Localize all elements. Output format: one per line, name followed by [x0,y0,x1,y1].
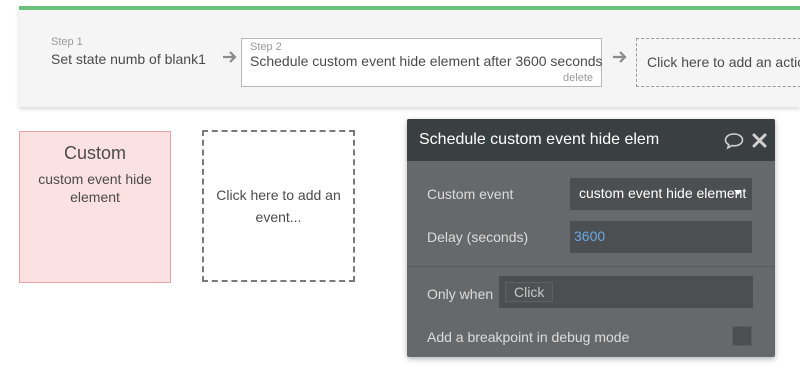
add-event-button[interactable]: Click here to add an event... [202,130,355,282]
close-icon[interactable] [752,133,767,148]
modal-title: Schedule custom event hide elem [419,131,660,148]
only-when-label: Only when [427,286,494,302]
custom-event-value: custom event hide element [579,185,747,201]
step-number: Step 2 [250,41,282,53]
add-action-button[interactable]: Click here to add an action... [636,38,800,87]
custom-event-label: Custom event [427,186,514,202]
custom-event-card[interactable]: Custom custom event hide element [19,131,171,283]
only-when-placeholder: Click [505,282,554,302]
comment-icon[interactable] [724,132,744,150]
arrow-right-icon [613,51,627,63]
delay-input[interactable]: 3600 [570,221,752,253]
breakpoint-checkbox[interactable] [732,326,752,346]
dropdown-caret-icon [734,190,742,195]
breakpoint-label: Add a breakpoint in debug mode [427,329,630,345]
delay-label: Delay (seconds) [427,229,529,245]
workflow-step-2[interactable]: Step 2 Schedule custom event hide elemen… [241,38,603,87]
action-property-editor: Schedule custom event hide elem Custom e… [407,119,775,357]
step-description: Schedule custom event hide element after… [250,53,603,69]
workflow-steps-panel: Step 1 Set state numb of blank1 Step 2 S… [19,6,800,107]
step-description: Set state numb of blank1 [51,51,206,67]
modal-header: Schedule custom event hide elem [407,119,775,161]
custom-event-title: Custom [63,143,126,163]
workflow-step-1[interactable]: Step 1 Set state numb of blank1 [51,36,206,67]
add-event-label: Click here to add an event... [216,187,341,225]
only-when-input[interactable]: Click [499,276,753,308]
step-number: Step 1 [51,36,83,48]
custom-event-dropdown[interactable]: custom event hide element [570,178,752,210]
delay-value: 3600 [574,228,606,244]
delete-step-link[interactable]: delete [563,72,593,84]
custom-event-name: custom event hide element [38,171,152,205]
divider [407,266,775,267]
arrow-right-icon [223,51,237,63]
